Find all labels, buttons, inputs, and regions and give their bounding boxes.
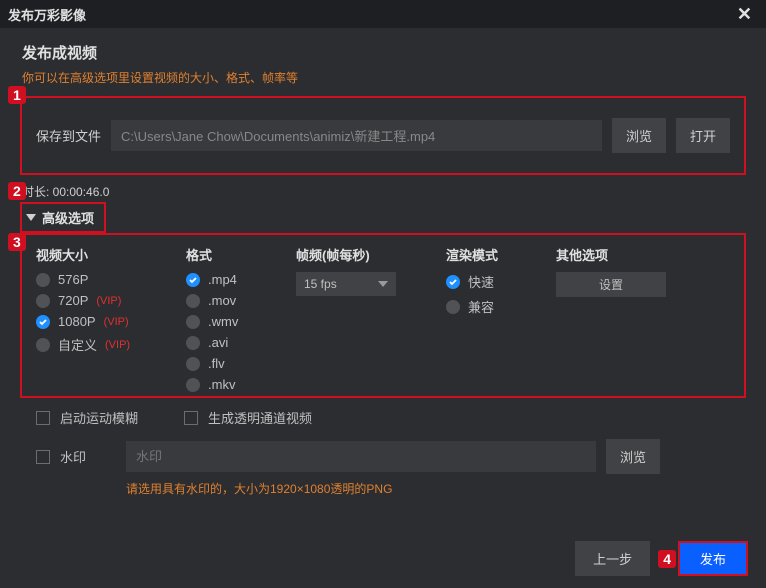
file-path-input[interactable] [111,120,602,151]
page-title: 发布成视频 [22,42,744,63]
alpha-channel-check[interactable]: 生成透明通道视频 [184,408,312,427]
prev-button[interactable]: 上一步 [575,541,650,576]
fps-dropdown[interactable]: 15 fps [296,272,396,296]
close-icon[interactable]: ✕ [731,4,758,25]
options-section: 3 视频大小 576P 720P(VIP) 1080P(VIP) 自定义(VIP… [20,233,746,398]
fps-title: 帧频(帧每秒) [296,245,446,264]
open-button[interactable]: 打开 [676,118,730,153]
render-title: 渲染模式 [446,245,556,264]
motion-blur-check[interactable]: 启动运动模糊 [36,408,138,427]
settings-button[interactable]: 设置 [556,272,666,297]
badge-1: 1 [8,86,26,104]
badge-4: 4 [658,550,676,568]
fmt-wmv[interactable]: .wmv [186,314,296,329]
other-title: 其他选项 [556,245,666,264]
page-hint: 你可以在高级选项里设置视频的大小、格式、帧率等 [22,69,744,86]
footer: 上一步 4 发布 [575,541,748,576]
badge-3: 3 [8,233,26,251]
advanced-label: 高级选项 [42,208,94,227]
size-custom[interactable]: 自定义(VIP) [36,335,186,354]
fmt-mp4[interactable]: .mp4 [186,272,296,287]
size-title: 视频大小 [36,245,186,264]
render-fast[interactable]: 快速 [446,272,556,291]
fmt-avi[interactable]: .avi [186,335,296,350]
advanced-toggle[interactable]: 高级选项 [20,202,106,233]
badge-2: 2 [8,182,26,200]
fmt-mov[interactable]: .mov [186,293,296,308]
watermark-check[interactable]: 水印 [36,447,116,466]
fmt-flv[interactable]: .flv [186,356,296,371]
col-format: 格式 .mp4 .mov .wmv .avi .flv .mkv [186,245,296,392]
file-section: 1 保存到文件 浏览 打开 [20,96,746,175]
col-render: 渲染模式 快速 兼容 [446,245,556,392]
fmt-mkv[interactable]: .mkv [186,377,296,392]
size-576p[interactable]: 576P [36,272,186,287]
col-fps: 帧频(帧每秒) 15 fps [296,245,446,392]
checkbox-row: 启动运动模糊 生成透明通道视频 [36,406,766,429]
format-title: 格式 [186,245,296,264]
col-size: 视频大小 576P 720P(VIP) 1080P(VIP) 自定义(VIP) [36,245,186,392]
save-label: 保存到文件 [36,126,101,145]
chevron-down-icon [26,214,36,221]
titlebar: 发布万彩影像 ✕ [0,0,766,28]
header: 发布成视频 你可以在高级选项里设置视频的大小、格式、帧率等 [0,28,766,90]
render-compat[interactable]: 兼容 [446,297,556,316]
publish-button[interactable]: 发布 [678,541,748,576]
watermark-hint: 请选用具有水印的，大小为1920×1080透明的PNG [126,480,766,497]
window-title: 发布万彩影像 [8,5,86,24]
watermark-input[interactable] [126,441,596,472]
size-720p[interactable]: 720P(VIP) [36,293,186,308]
col-other: 其他选项 设置 [556,245,666,392]
chevron-down-icon [378,281,388,287]
watermark-browse-button[interactable]: 浏览 [606,439,660,474]
watermark-row: 水印 浏览 [36,439,766,474]
duration-label: 2 时长: 00:00:46.0 [22,183,766,200]
size-1080p[interactable]: 1080P(VIP) [36,314,186,329]
browse-button[interactable]: 浏览 [612,118,666,153]
